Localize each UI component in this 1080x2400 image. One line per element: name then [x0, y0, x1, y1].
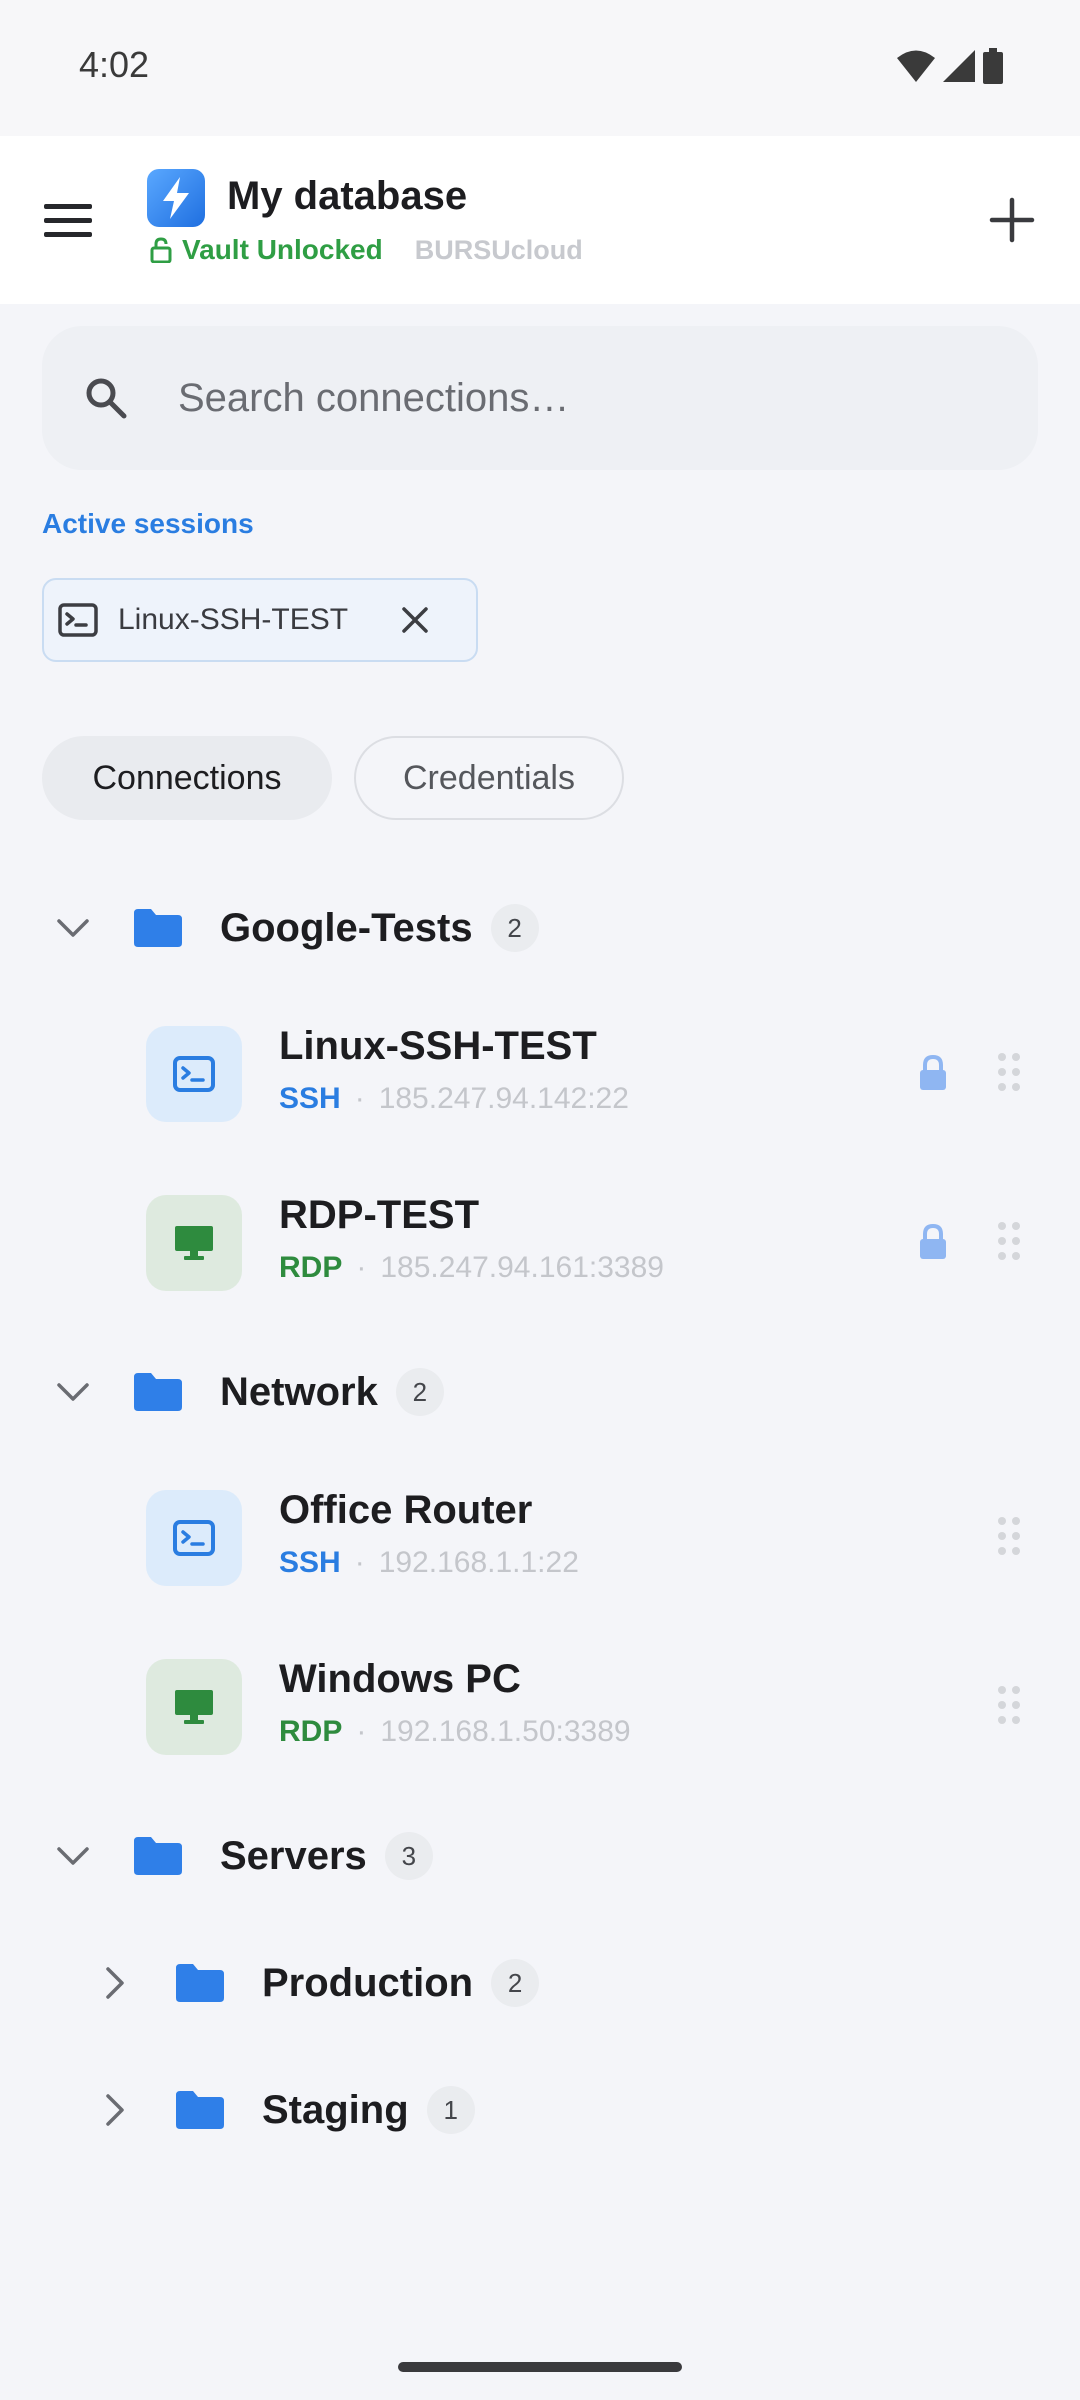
protocol-label: RDP [279, 1251, 343, 1284]
tab-connections[interactable]: Connections [42, 736, 332, 820]
plus-icon [989, 197, 1035, 243]
status-icons [896, 48, 1004, 84]
folder-servers[interactable]: Servers 3 [52, 1832, 433, 1880]
connection-meta: SSH · 192.168.1.1:22 [279, 1546, 579, 1579]
monitor-icon [146, 1195, 242, 1291]
connection-address: 185.247.94.142:22 [378, 1082, 629, 1115]
app-bar: My database Vault Unlocked BURSUcloud [0, 136, 1080, 304]
folder-google-tests[interactable]: Google-Tests 2 [52, 904, 539, 952]
search-bar[interactable] [42, 326, 1038, 470]
connection-windows-pc[interactable]: Windows PC RDP · 192.168.1.50:3389 [146, 1651, 1046, 1761]
connection-meta: RDP · 185.247.94.161:3389 [279, 1251, 664, 1284]
hamburger-menu-icon [44, 203, 92, 209]
folder-icon [176, 1964, 224, 2002]
folder-count-badge: 3 [384, 1832, 433, 1880]
folder-name: Staging [262, 2087, 409, 2132]
page-title: My database [227, 174, 468, 218]
folder-name: Production [262, 1960, 474, 2005]
battery-icon [983, 48, 1003, 84]
connection-address: 192.168.1.1:22 [378, 1546, 579, 1579]
drag-handle-icon[interactable] [994, 1683, 1024, 1727]
session-chip-label: Linux-SSH-TEST [118, 603, 349, 636]
search-icon [86, 378, 127, 419]
connection-name: Windows PC [279, 1657, 521, 1701]
drag-handle-icon[interactable] [994, 1050, 1024, 1094]
chevron-right-icon[interactable] [94, 1962, 136, 2004]
folder-name: Servers [220, 1833, 367, 1878]
connection-meta: SSH · 185.247.94.142:22 [279, 1082, 629, 1115]
folder-count-badge: 2 [491, 1959, 540, 2007]
chevron-right-icon[interactable] [94, 2089, 136, 2131]
vault-status: Vault Unlocked [182, 234, 383, 265]
vault-status-row: Vault Unlocked BURSUcloud [150, 234, 583, 266]
chevron-down-icon[interactable] [52, 907, 94, 949]
protocol-label: RDP [279, 1715, 343, 1748]
status-time: 4:02 [79, 44, 150, 85]
connection-meta: RDP · 192.168.1.50:3389 [279, 1715, 631, 1748]
connection-address: 185.247.94.161:3389 [380, 1251, 664, 1284]
active-sessions-label: Active sessions [42, 508, 254, 539]
terminal-icon [146, 1490, 242, 1586]
cloud-name: BURSUcloud [414, 234, 583, 265]
add-button[interactable] [984, 192, 1040, 248]
chevron-down-icon[interactable] [52, 1835, 94, 1877]
folder-network[interactable]: Network 2 [52, 1368, 444, 1416]
terminal-icon [146, 1026, 242, 1122]
search-input[interactable] [178, 366, 998, 430]
monitor-icon [146, 1659, 242, 1755]
connection-linux-ssh-test[interactable]: Linux-SSH-TEST SSH · 185.247.94.142:22 [146, 1018, 1046, 1128]
lock-icon [920, 1223, 946, 1259]
connection-rdp-test[interactable]: RDP-TEST RDP · 185.247.94.161:3389 [146, 1187, 1046, 1297]
protocol-label: SSH [279, 1546, 341, 1579]
terminal-icon [58, 603, 98, 637]
drag-handle-icon[interactable] [994, 1219, 1024, 1263]
close-icon[interactable] [400, 605, 430, 635]
wifi-icon [897, 50, 935, 82]
unlocked-lock-icon [150, 237, 172, 263]
folder-icon [134, 909, 182, 947]
tab-credentials[interactable]: Credentials [354, 736, 624, 820]
folder-icon [134, 1837, 182, 1875]
folder-name: Network [220, 1369, 378, 1414]
chevron-down-icon[interactable] [52, 1371, 94, 1413]
cellular-signal-icon [943, 50, 975, 82]
folder-name: Google-Tests [220, 905, 473, 950]
folder-icon [134, 1373, 182, 1411]
drag-handle-icon[interactable] [994, 1514, 1024, 1558]
lightning-bolt-icon [147, 169, 205, 227]
menu-button[interactable] [44, 190, 104, 250]
connection-address: 192.168.1.50:3389 [380, 1715, 631, 1748]
session-chip[interactable]: Linux-SSH-TEST [42, 578, 478, 662]
folder-staging[interactable]: Staging 1 [94, 2086, 475, 2134]
folder-icon [176, 2091, 224, 2129]
folder-production[interactable]: Production 2 [94, 1959, 540, 2007]
folder-count-badge: 2 [490, 904, 539, 952]
connection-name: Linux-SSH-TEST [279, 1024, 597, 1068]
home-indicator[interactable] [398, 2362, 682, 2372]
connection-name: RDP-TEST [279, 1193, 479, 1237]
folder-count-badge: 2 [395, 1368, 444, 1416]
connection-name: Office Router [279, 1488, 533, 1532]
status-bar: 4:02 [0, 0, 1080, 136]
connection-office-router[interactable]: Office Router SSH · 192.168.1.1:22 [146, 1482, 1046, 1592]
folder-count-badge: 1 [426, 2086, 475, 2134]
lock-icon [920, 1054, 946, 1090]
protocol-label: SSH [279, 1082, 341, 1115]
